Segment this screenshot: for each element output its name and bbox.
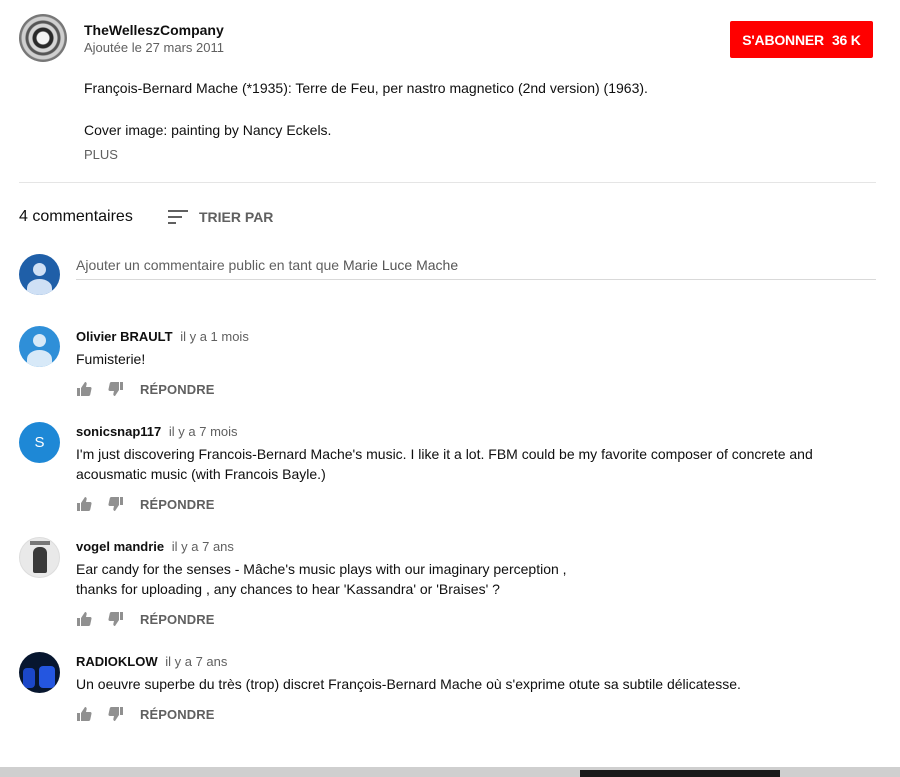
reply-button[interactable]: RÉPONDRE — [140, 497, 214, 512]
comment-text: Ear candy for the senses - Mâche's music… — [76, 561, 567, 577]
divider — [19, 182, 876, 183]
avatar[interactable] — [19, 652, 60, 693]
comment-author[interactable]: Olivier BRAULT — [76, 329, 173, 344]
thumbs-down-icon[interactable] — [108, 496, 124, 512]
subscribe-label: S'ABONNER — [742, 31, 824, 48]
comment-text: I'm just discovering Francois-Bernard Ma… — [76, 446, 813, 462]
thumbs-down-icon[interactable] — [108, 706, 124, 722]
comment-author[interactable]: vogel mandrie — [76, 539, 164, 554]
comment-input[interactable]: Ajouter un commentaire public en tant qu… — [76, 257, 458, 273]
upload-date: Ajoutée le 27 mars 2011 — [84, 40, 224, 55]
sort-button[interactable]: TRIER PAR — [168, 206, 273, 228]
comment-author[interactable]: RADIOKLOW — [76, 654, 158, 669]
channel-header: TheWelleszCompany Ajoutée le 27 mars 201… — [19, 14, 873, 64]
comment-text: Un oeuvre superbe du très (trop) discret… — [76, 676, 741, 692]
thumbs-down-icon[interactable] — [108, 611, 124, 627]
thumbs-down-icon[interactable] — [108, 381, 124, 397]
comment-time[interactable]: il y a 7 mois — [169, 424, 238, 439]
avatar[interactable] — [19, 326, 60, 367]
comments-count: 4 commentaires — [19, 208, 133, 225]
comment-input-user: Marie Luce Mache — [342, 257, 459, 273]
avatar-letter: S — [34, 434, 45, 451]
thumbs-up-icon[interactable] — [76, 706, 92, 722]
reply-button[interactable]: RÉPONDRE — [140, 612, 214, 627]
video-description: François-Bernard Mache (*1935): Terre de… — [84, 78, 864, 140]
comment-text: acousmatic music (with Francois Bayle.) — [76, 466, 326, 482]
subscriber-count: 36 K — [831, 31, 861, 48]
subscribe-button[interactable]: S'ABONNER 36 K — [730, 21, 873, 58]
thumbs-up-icon[interactable] — [76, 496, 92, 512]
add-comment-box: Ajouter un commentaire public en tant qu… — [19, 254, 876, 296]
description-line: Cover image: painting by Nancy Eckels. — [84, 122, 332, 138]
sort-label: TRIER PAR — [199, 209, 274, 225]
comment-input-prompt: Ajouter un commentaire public en tant qu… — [76, 257, 340, 273]
thumbs-up-icon[interactable] — [76, 611, 92, 627]
channel-name[interactable]: TheWelleszCompany — [84, 22, 224, 38]
comment-text: thanks for uploading , any chances to he… — [76, 581, 500, 597]
avatar[interactable]: S — [19, 422, 60, 463]
bottom-strip — [0, 767, 900, 777]
reply-button[interactable]: RÉPONDRE — [140, 382, 214, 397]
input-underline — [76, 279, 876, 280]
channel-avatar[interactable] — [19, 14, 67, 62]
comment-text: Fumisterie! — [76, 351, 146, 367]
thumbs-up-icon[interactable] — [76, 381, 92, 397]
comment-author[interactable]: sonicsnap117 — [76, 424, 161, 439]
avatar[interactable] — [19, 537, 60, 578]
comment-time[interactable]: il y a 7 ans — [165, 654, 227, 669]
sort-icon — [168, 210, 188, 224]
description-line: François-Bernard Mache (*1935): Terre de… — [84, 80, 648, 96]
comment-time[interactable]: il y a 7 ans — [172, 539, 234, 554]
reply-button[interactable]: RÉPONDRE — [140, 707, 214, 722]
comment-time[interactable]: il y a 1 mois — [180, 329, 249, 344]
show-more-button[interactable]: PLUS — [84, 147, 118, 162]
avatar — [19, 254, 60, 295]
